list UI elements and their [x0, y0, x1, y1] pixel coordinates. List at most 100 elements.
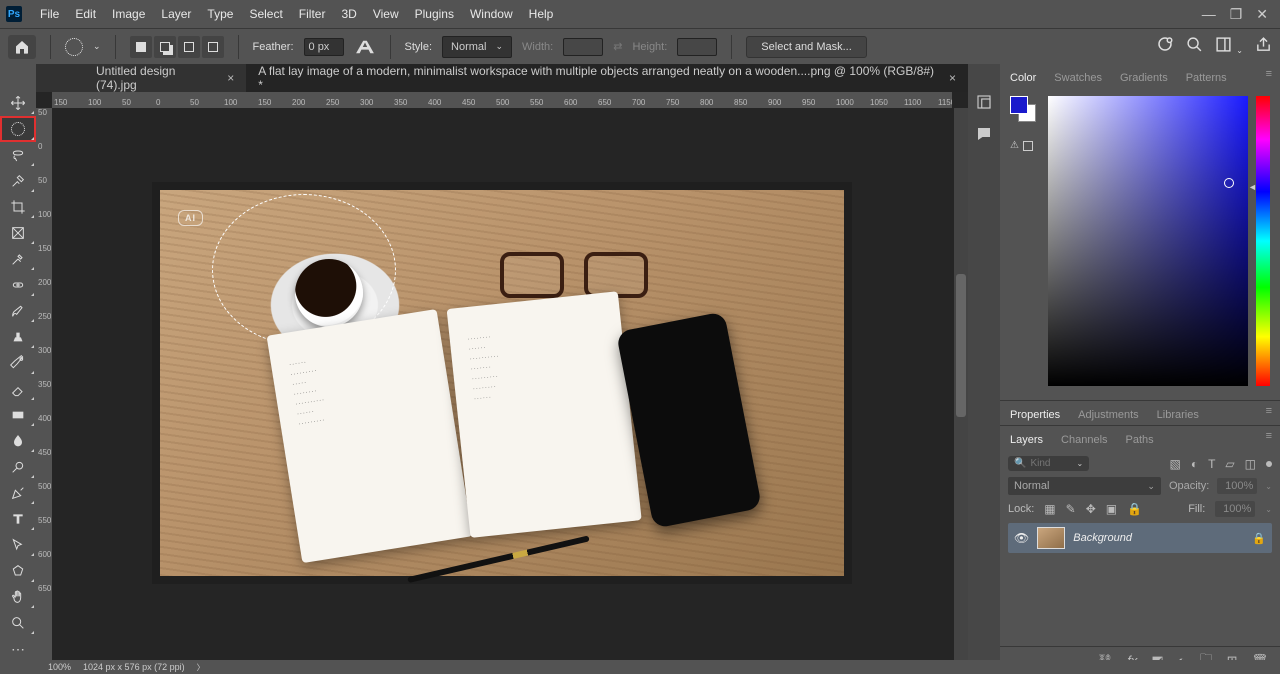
dodge-tool[interactable] — [0, 454, 36, 480]
antialias-icon[interactable] — [354, 38, 376, 56]
feather-input[interactable]: 0 px — [304, 38, 344, 56]
home-button[interactable] — [8, 35, 36, 59]
filter-smart-icon[interactable]: ◫ — [1245, 457, 1256, 471]
lock-transparency-icon[interactable]: ▦ — [1044, 502, 1055, 516]
layer-name[interactable]: Background — [1073, 532, 1244, 544]
tab-gradients[interactable]: Gradients — [1118, 68, 1170, 88]
chevron-down-icon[interactable]: ⌄ — [1265, 505, 1272, 514]
menu-file[interactable]: File — [32, 7, 67, 21]
style-select[interactable]: Normal⌄ — [442, 36, 512, 58]
menu-plugins[interactable]: Plugins — [407, 7, 462, 21]
tab-swatches[interactable]: Swatches — [1052, 68, 1104, 88]
move-tool[interactable] — [0, 90, 36, 116]
menu-image[interactable]: Image — [104, 7, 153, 21]
workspace-switcher-icon[interactable]: ⌄ — [1215, 36, 1243, 58]
zoom-tool[interactable] — [0, 610, 36, 636]
panel-menu-icon[interactable]: ≡ — [1266, 68, 1272, 88]
menu-layer[interactable]: Layer — [153, 7, 199, 21]
menu-3d[interactable]: 3D — [333, 7, 364, 21]
lock-pixels-icon[interactable]: ✎ — [1066, 502, 1076, 516]
tab-patterns[interactable]: Patterns — [1184, 68, 1229, 88]
selection-new-button[interactable] — [130, 36, 152, 58]
document-info[interactable]: 1024 px x 576 px (72 ppi) — [83, 662, 185, 672]
close-window-button[interactable]: ✕ — [1256, 6, 1268, 23]
tab-adjustments[interactable]: Adjustments — [1076, 405, 1141, 425]
elliptical-marquee-tool[interactable] — [0, 116, 36, 142]
pen-tool[interactable] — [0, 480, 36, 506]
ruler-vertical[interactable]: 5005010015020025030035040045050055060065… — [36, 108, 52, 660]
hand-tool[interactable] — [0, 584, 36, 610]
document-tab-0[interactable]: Untitled design (74).jpg× — [84, 64, 246, 92]
history-panel-icon[interactable] — [974, 92, 994, 112]
hue-slider[interactable] — [1256, 96, 1270, 386]
healing-brush-tool[interactable] — [0, 272, 36, 298]
menu-edit[interactable]: Edit — [67, 7, 104, 21]
foreground-color-swatch[interactable] — [1010, 96, 1028, 114]
layer-thumbnail[interactable] — [1037, 527, 1065, 549]
eraser-tool[interactable] — [0, 376, 36, 402]
select-and-mask-button[interactable]: Select and Mask... — [746, 36, 867, 58]
history-brush-tool[interactable] — [0, 350, 36, 376]
lock-all-icon[interactable]: 🔒 — [1127, 502, 1142, 516]
lasso-tool[interactable] — [0, 142, 36, 168]
maximize-button[interactable]: ❐ — [1230, 6, 1243, 23]
lock-position-icon[interactable]: ✥ — [1086, 502, 1096, 516]
fill-value[interactable]: 100% — [1215, 501, 1255, 517]
cloud-share-icon[interactable] — [1156, 35, 1174, 58]
path-selection-tool[interactable] — [0, 532, 36, 558]
selection-add-button[interactable] — [154, 36, 176, 58]
eyedropper-tool[interactable] — [0, 246, 36, 272]
lock-artboard-icon[interactable]: ▣ — [1106, 502, 1117, 516]
tab-libraries[interactable]: Libraries — [1155, 405, 1201, 425]
tab-paths[interactable]: Paths — [1124, 430, 1156, 450]
filter-type-icon[interactable]: T — [1208, 457, 1215, 471]
minimize-button[interactable]: — — [1202, 6, 1216, 23]
layer-filter-kind[interactable]: 🔍 ⌄ — [1008, 456, 1089, 471]
selection-subtract-button[interactable] — [178, 36, 200, 58]
menu-select[interactable]: Select — [241, 7, 290, 21]
brush-tool[interactable] — [0, 298, 36, 324]
type-tool[interactable] — [0, 506, 36, 532]
canvas[interactable]: AI · · · · · ·· · · · · · · · ·· · · · ·… — [52, 108, 952, 660]
blur-tool[interactable] — [0, 428, 36, 454]
websafe-icon[interactable] — [1023, 141, 1033, 151]
marquee-tool-icon[interactable] — [65, 38, 83, 56]
lock-icon[interactable]: 🔒 — [1252, 532, 1266, 545]
tool-preset-chevron-icon[interactable]: ⌄ — [93, 41, 101, 52]
clone-stamp-tool[interactable] — [0, 324, 36, 350]
filter-adjustment-icon[interactable]: ◐ — [1191, 457, 1198, 471]
menu-view[interactable]: View — [365, 7, 407, 21]
menu-type[interactable]: Type — [199, 7, 241, 21]
share-export-icon[interactable] — [1255, 36, 1272, 58]
quick-selection-tool[interactable] — [0, 168, 36, 194]
comments-panel-icon[interactable] — [974, 124, 994, 144]
opacity-value[interactable]: 100% — [1217, 478, 1257, 494]
zoom-level[interactable]: 100% — [48, 662, 71, 672]
tab-color[interactable]: Color — [1008, 68, 1038, 88]
tab-channels[interactable]: Channels — [1059, 430, 1109, 450]
gradient-tool[interactable] — [0, 402, 36, 428]
menu-help[interactable]: Help — [521, 7, 562, 21]
tab-layers[interactable]: Layers — [1008, 430, 1045, 450]
tab-properties[interactable]: Properties — [1008, 405, 1062, 425]
close-tab-icon[interactable]: × — [227, 71, 234, 85]
visibility-toggle-icon[interactable]: 👁 — [1014, 531, 1029, 545]
selection-intersect-button[interactable] — [202, 36, 224, 58]
color-field[interactable] — [1048, 96, 1248, 386]
close-tab-icon[interactable]: × — [949, 71, 956, 85]
document-tab-1[interactable]: A flat lay image of a modern, minimalist… — [246, 64, 968, 92]
shape-tool[interactable] — [0, 558, 36, 584]
scrollbar-vertical[interactable] — [954, 108, 968, 660]
filter-pixel-icon[interactable]: ▧ — [1169, 457, 1180, 471]
frame-tool[interactable] — [0, 220, 36, 246]
edit-toolbar-button[interactable]: ⋯ — [0, 636, 36, 662]
foreground-background-swatch[interactable] — [1010, 96, 1036, 122]
menu-filter[interactable]: Filter — [291, 7, 334, 21]
crop-tool[interactable] — [0, 194, 36, 220]
filter-shape-icon[interactable]: ▱ — [1225, 457, 1234, 471]
layer-filter-input[interactable] — [1030, 458, 1072, 469]
ruler-horizontal[interactable]: 1501005005010015020025030035040045050055… — [52, 92, 952, 108]
search-icon[interactable] — [1186, 36, 1203, 58]
gamut-warning-icon[interactable]: ⚠ — [1010, 140, 1019, 151]
filter-toggle-icon[interactable] — [1266, 461, 1272, 467]
